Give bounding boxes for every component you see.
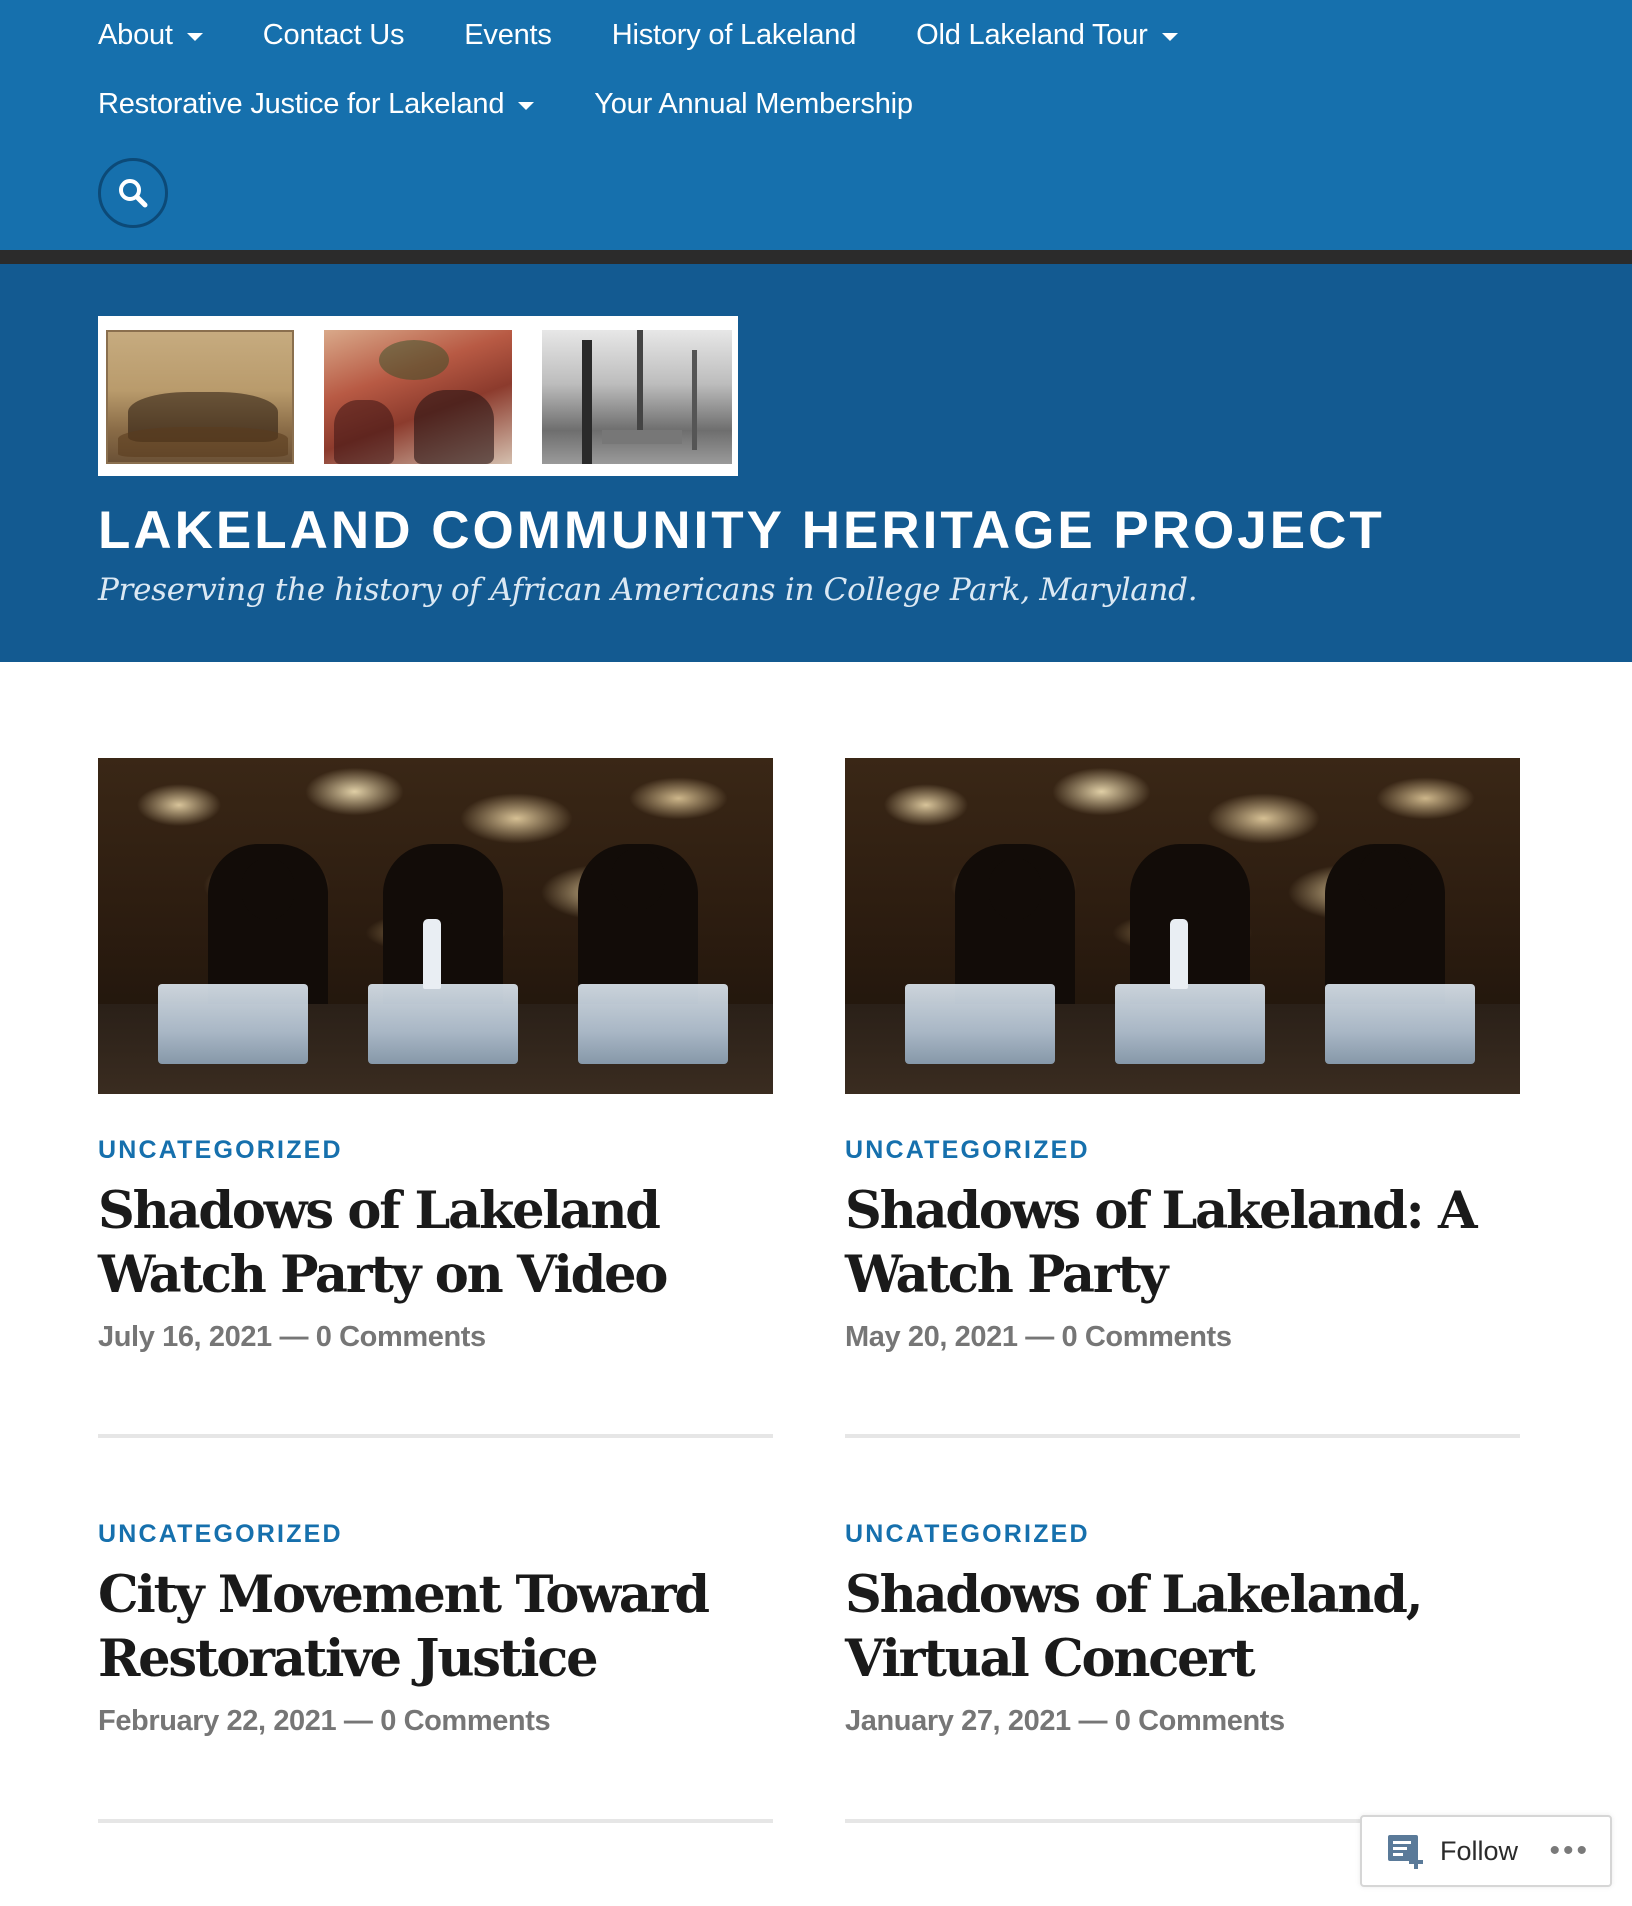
- search-icon: [119, 179, 148, 208]
- post-comments-link[interactable]: 0 Comments: [316, 1321, 486, 1353]
- post-card: UNCATEGORIZED Shadows of Lakeland: A Wat…: [845, 758, 1520, 1438]
- caret-down-icon: [186, 32, 203, 41]
- post-comments-link[interactable]: 0 Comments: [1115, 1705, 1285, 1737]
- nav-item-old-lakeland-tour[interactable]: Old Lakeland Tour: [916, 18, 1178, 52]
- caret-down-icon: [518, 101, 535, 110]
- primary-navigation: About Contact Us Events History of Lakel…: [0, 0, 1632, 250]
- follow-label: Follow: [1440, 1835, 1519, 1866]
- post-date-link[interactable]: February 22, 2021: [98, 1705, 337, 1737]
- follow-widget: Follow •••: [1360, 1815, 1612, 1887]
- post-date-link[interactable]: May 20, 2021: [845, 1321, 1018, 1353]
- nav-item-label: Events: [464, 18, 552, 51]
- follow-button[interactable]: Follow: [1386, 1831, 1518, 1871]
- post-title-link[interactable]: Shadows of Lakeland: A Watch Party: [845, 1179, 1520, 1307]
- post-category-link[interactable]: UNCATEGORIZED: [845, 1520, 1520, 1549]
- post-date-link[interactable]: January 27, 2021: [845, 1705, 1071, 1737]
- post-category-link[interactable]: UNCATEGORIZED: [98, 1520, 773, 1549]
- post-category-link[interactable]: UNCATEGORIZED: [845, 1136, 1520, 1165]
- header-image[interactable]: [98, 316, 738, 476]
- caret-down-icon: [1161, 32, 1178, 41]
- nav-item-label: About: [98, 18, 173, 51]
- post-meta: July 16, 2021 — 0 Comments: [98, 1321, 773, 1354]
- nav-item-label: History of Lakeland: [611, 18, 857, 51]
- post-thumbnail[interactable]: [98, 758, 773, 1094]
- search-toggle-button[interactable]: [98, 158, 168, 228]
- post-card: UNCATEGORIZED Shadows of Lakeland Watch …: [98, 758, 773, 1438]
- nav-item-label: Contact Us: [262, 18, 405, 51]
- post-title-link[interactable]: Shadows of Lakeland Watch Party on Video: [98, 1179, 773, 1307]
- site-header: LAKELAND COMMUNITY HERITAGE PROJECT Pres…: [0, 264, 1632, 662]
- post-card: UNCATEGORIZED Shadows of Lakeland, Virtu…: [845, 1480, 1520, 1823]
- nav-item-label: Your Annual Membership: [594, 87, 913, 120]
- nav-item-label: Restorative Justice for Lakeland: [98, 87, 505, 120]
- post-divider: [845, 1434, 1520, 1438]
- nav-item-label: Old Lakeland Tour: [916, 18, 1148, 51]
- meta-separator: —: [1078, 1705, 1115, 1737]
- post-title-link[interactable]: City Movement Toward Restorative Justice: [98, 1563, 773, 1691]
- nav-item-history-of-lakeland[interactable]: History of Lakeland: [611, 18, 857, 52]
- post-meta: February 22, 2021 — 0 Comments: [98, 1705, 773, 1738]
- ellipsis-icon[interactable]: •••: [1549, 1836, 1590, 1866]
- post-thumbnail[interactable]: [845, 758, 1520, 1094]
- post-meta: May 20, 2021 — 0 Comments: [845, 1321, 1520, 1354]
- meta-separator: —: [1025, 1321, 1062, 1353]
- post-category-link[interactable]: UNCATEGORIZED: [98, 1136, 773, 1165]
- meta-separator: —: [343, 1705, 381, 1737]
- historic-landscape-photo: [542, 330, 732, 464]
- meta-separator: —: [279, 1321, 316, 1353]
- post-date-link[interactable]: July 16, 2021: [98, 1321, 272, 1353]
- post-comments-link[interactable]: 0 Comments: [1062, 1321, 1232, 1353]
- post-card: UNCATEGORIZED City Movement Toward Resto…: [98, 1480, 773, 1823]
- site-tagline: Preserving the history of African Americ…: [98, 572, 1198, 608]
- site-title[interactable]: LAKELAND COMMUNITY HERITAGE PROJECT: [98, 500, 1385, 561]
- nav-row-1: About Contact Us Events History of Lakel…: [98, 14, 1238, 56]
- post-divider: [98, 1819, 773, 1823]
- nav-item-annual-membership[interactable]: Your Annual Membership: [594, 88, 913, 121]
- nav-item-contact-us[interactable]: Contact Us: [262, 18, 405, 52]
- nav-divider: [0, 250, 1632, 264]
- nav-row-2: Restorative Justice for Lakeland Your An…: [98, 83, 973, 125]
- post-comments-link[interactable]: 0 Comments: [380, 1705, 550, 1737]
- historic-group-photo: [106, 330, 294, 464]
- post-title-link[interactable]: Shadows of Lakeland, Virtual Concert: [845, 1563, 1520, 1691]
- nav-item-restorative-justice[interactable]: Restorative Justice for Lakeland: [98, 87, 535, 121]
- reader-follow-icon: [1388, 1835, 1423, 1869]
- historic-gathering-photo: [324, 330, 512, 464]
- nav-item-events[interactable]: Events: [464, 18, 552, 52]
- post-divider: [98, 1434, 773, 1438]
- post-meta: January 27, 2021 — 0 Comments: [845, 1705, 1520, 1738]
- nav-item-about[interactable]: About: [98, 19, 203, 52]
